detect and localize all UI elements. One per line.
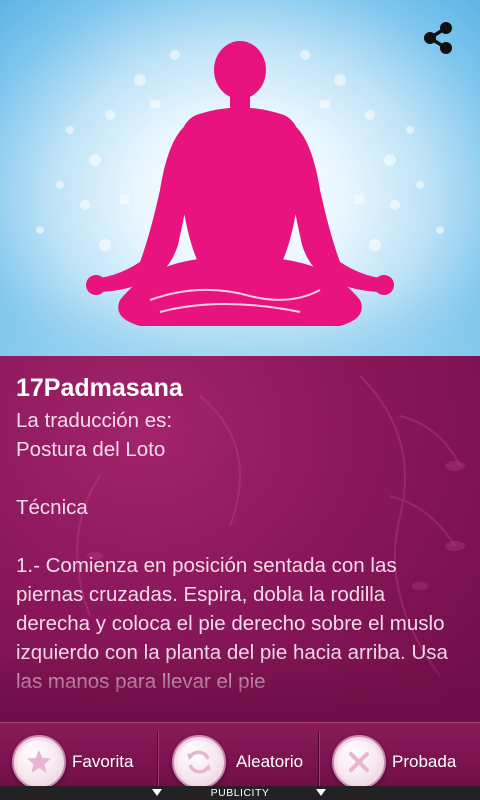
header-illustration [0,0,480,356]
publicity-label: PUBLICITY [210,787,270,799]
meditator-silhouette [86,41,394,326]
chevron-down-icon [316,789,326,796]
refresh-icon [187,750,211,774]
ad-toggle-bar[interactable]: PUBLICITY [0,786,480,800]
share-button[interactable] [420,20,462,62]
favorite-circle [12,735,66,789]
exercise-title: 17Padmasana [16,374,183,402]
favorite-label: Favorita [72,752,134,771]
chevron-down-icon [152,789,162,796]
bar-divider [318,731,319,789]
share-icon [424,22,452,54]
star-icon [27,750,51,773]
bar-divider [157,731,158,789]
exercise-content[interactable]: 17Padmasana La traducción es: Postura de… [0,356,480,722]
lotus-illustration [36,41,444,326]
tried-circle [332,735,386,789]
close-icon [349,752,369,772]
text-fade [0,652,480,722]
random-label: Aleatorio [236,752,304,771]
random-circle [172,735,226,789]
tried-label: Probada [392,752,457,771]
